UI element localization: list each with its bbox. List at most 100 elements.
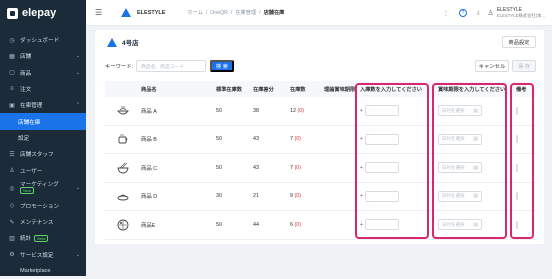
plus-sign: + — [360, 193, 363, 200]
header-expiry: 賞味期限を入力してください — [438, 86, 506, 93]
stock-diff: 38 — [253, 107, 259, 114]
inbound-qty-input[interactable] — [364, 162, 399, 174]
breadcrumb: ホーム / OneQR / 在庫管理 / 店舗在庫 — [187, 9, 284, 17]
stock-cell: 9 (0) — [290, 193, 324, 199]
search-label: キーワード: — [105, 64, 133, 70]
sidebar-item-label: ユーザー — [20, 168, 43, 175]
sidebar-item-statistics[interactable]: ▥ 統計 Beta — [0, 230, 86, 246]
expiry-date-picker[interactable]: 日付を選択 ▤ — [438, 105, 482, 117]
cup-icon — [117, 133, 129, 145]
stock-diff: 21 — [253, 193, 259, 200]
user-icon: ♙ — [487, 10, 494, 17]
product-settings-button[interactable]: 商品設定 — [502, 36, 536, 48]
product-name: 商品 D — [141, 194, 158, 201]
breadcrumb-item-oneqr[interactable]: OneQR — [210, 10, 228, 16]
expiry-date-picker[interactable]: 日付を選択 ▤ — [438, 133, 482, 145]
sidebar-item-dashboard[interactable]: ◷ ダッシュボード — [0, 32, 86, 48]
calendar-icon: ▤ — [473, 221, 478, 228]
sidebar-item-users[interactable]: ♙ ユーザー — [0, 162, 86, 178]
table-row: 商品 B 50 43 7 (0) + 日付を選択 ▤ — [105, 126, 537, 154]
brand[interactable]: elepay — [0, 0, 86, 26]
inbound-qty-cell: + — [360, 162, 438, 174]
calendar-icon: ▤ — [473, 164, 478, 171]
expiry-date-picker[interactable]: 日付を選択 ▤ — [438, 162, 482, 174]
inbound-qty-input[interactable] — [364, 190, 399, 202]
plus-sign: + — [360, 107, 363, 114]
cancel-button[interactable]: キャンセル — [475, 60, 509, 72]
standard-stock: 50 — [216, 107, 222, 114]
memo-input[interactable] — [516, 192, 518, 201]
more-icon[interactable]: ⋮ — [443, 10, 449, 17]
standard-stock: 50 — [216, 136, 222, 143]
sidebar-item-store-inventory[interactable]: 店舗在庫 — [0, 113, 86, 130]
table-row: 商品 A 50 38 12 (0) + 日付を選択 ▤ — [105, 97, 537, 126]
expiry-date-picker[interactable]: 日付を選択 ▤ — [438, 219, 482, 231]
memo-input[interactable] — [516, 135, 518, 144]
user-icon: ♙ — [9, 168, 15, 175]
sidebar-item-inventory-settings[interactable]: 設定 — [0, 130, 86, 146]
sidebar-item-service-settings[interactable]: ⚙ サービス設定 ⌄ — [0, 247, 86, 263]
memo-input[interactable] — [516, 106, 518, 115]
help-icon[interactable]: ? — [458, 9, 467, 17]
inbound-qty-input[interactable] — [364, 133, 399, 145]
inbound-qty-input[interactable] — [364, 219, 399, 231]
wrench-icon: ✎ — [9, 219, 15, 226]
download-icon[interactable]: ⤓ — [477, 10, 480, 17]
sidebar-item-inventory[interactable]: ▣ 在庫管理 ⌃ — [0, 97, 86, 113]
search-button[interactable]: 検 索 — [209, 60, 234, 72]
expiry-date-picker[interactable]: 日付を選択 ▤ — [438, 190, 482, 202]
sidebar-item-stores[interactable]: ▦ 店舗 ⌄ — [0, 48, 86, 64]
header-memo: 備考 — [516, 86, 527, 93]
stock-diff: 44 — [253, 221, 259, 228]
inbound-qty-input[interactable] — [364, 105, 399, 117]
sidebar-item-marketplace[interactable]: Marketplace — [0, 263, 86, 279]
product-image — [105, 162, 141, 174]
bento-icon — [117, 219, 129, 231]
stock-diff: 43 — [253, 136, 259, 143]
product-name: 商品 B — [141, 137, 157, 144]
breadcrumb-item-inventory[interactable]: 在庫管理 — [235, 9, 256, 16]
breadcrumb-item-home[interactable]: ホーム — [187, 9, 202, 16]
memo-input[interactable] — [516, 220, 518, 229]
stock-pending: (0) — [294, 136, 302, 143]
header-standard-stock: 標準在庫数 — [216, 86, 242, 93]
sidebar-item-maintenance[interactable]: ✎ メンテナンス — [0, 214, 86, 230]
sidebar: elepay ◷ ダッシュボード ▦ 店舗 ⌄ ▢ 商品 ⌄ ≡ 注文 ▣ 在庫… — [0, 0, 86, 276]
product-icon: ▢ — [9, 70, 15, 77]
clock-icon: ◷ — [9, 37, 15, 44]
top-bar: ☰ ELESTYLE ホーム / OneQR / 在庫管理 / 店舗在庫 ⋮ ?… — [86, 0, 552, 26]
bowl-icon — [117, 105, 129, 117]
sidebar-item-products[interactable]: ▢ 商品 ⌄ — [0, 65, 86, 81]
product-name: 商品 C — [141, 165, 158, 172]
header-ideal-expiry: 理論賞味期限 — [324, 86, 356, 93]
sidebar-item-store-staff[interactable]: ☰ 店舗スタッフ — [0, 146, 86, 162]
store-name[interactable]: ELESTYLE — [137, 10, 165, 16]
sidebar-item-label: 店舗 — [20, 54, 32, 61]
standard-stock: 50 — [216, 164, 222, 171]
menu-toggle-icon[interactable]: ☰ — [95, 8, 109, 17]
date-placeholder: 日付を選択 — [442, 221, 465, 227]
search-input[interactable]: 商品名、商品コード — [135, 60, 206, 72]
sidebar-item-orders[interactable]: ≡ 注文 — [0, 81, 86, 97]
expiry-cell: 日付を選択 ▤ — [438, 105, 516, 117]
product-image — [105, 105, 141, 117]
brand-name: elepay — [22, 7, 57, 19]
user-menu[interactable]: ♙ ELESTYLE ELESTYLE株式会社(本... — [487, 7, 545, 19]
save-button[interactable]: 保 存 — [512, 60, 536, 72]
plus-sign: + — [360, 136, 363, 143]
sidebar-item-promotion[interactable]: ◇ プロモーション — [0, 198, 86, 214]
memo-input[interactable] — [516, 163, 518, 172]
memo-cell — [516, 220, 537, 229]
sidebar-item-label: 商品 — [20, 70, 32, 77]
inventory-table: 商品名 標準在庫数 在庫差分 在庫数 理論賞味期限 入庫数を入力してください 賞… — [105, 81, 537, 240]
stock-diff: 43 — [253, 164, 259, 171]
stock-cell: 7 (0) — [290, 165, 324, 171]
calendar-icon: ▤ — [473, 193, 478, 200]
sidebar-item-label-group: マーケティング New — [20, 182, 59, 195]
chart-icon: ▥ — [9, 235, 15, 242]
beta-badge: Beta — [34, 234, 49, 242]
sidebar-item-marketing[interactable]: ◎ マーケティング New ⌄ — [0, 179, 86, 198]
expiry-cell: 日付を選択 ▤ — [438, 219, 516, 231]
sidebar-item-label: 店舗在庫 — [18, 119, 41, 126]
stock-value: 12 — [290, 107, 296, 114]
